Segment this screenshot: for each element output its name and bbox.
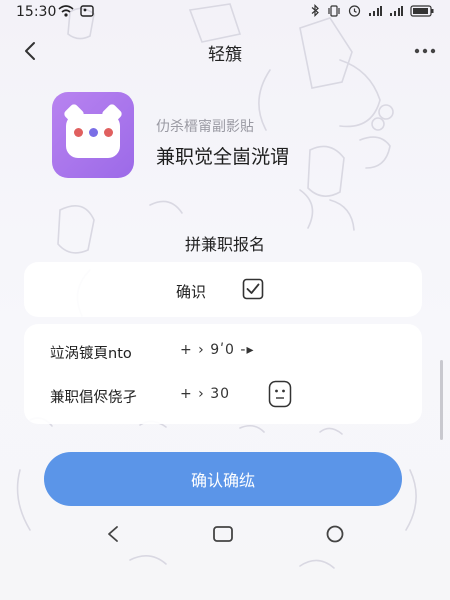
more-dots-icon [414, 48, 436, 54]
app-subtitle: 仂杀榗甯副影貼 [156, 119, 254, 135]
image-icon [80, 5, 94, 17]
confirm-row[interactable]: 确识 [24, 274, 422, 306]
alarm-icon [348, 5, 361, 17]
confirm-card: 确识 [24, 262, 422, 317]
app-icon [52, 92, 134, 178]
back-triangle-icon [108, 526, 118, 542]
confirm-submit-button[interactable]: 确认确纮 [44, 452, 402, 506]
bluetooth-icon [311, 4, 319, 17]
row-label: 兼职倡侭侥孑 [50, 390, 137, 406]
scrollbar[interactable] [440, 360, 443, 440]
status-time: 15:30 [16, 4, 57, 20]
details-card: 竝涡镀頁nto + › 9ʹ0 -▸ 兼职倡侭侥孑 + › 30 [24, 324, 422, 424]
confirm-checkbox[interactable] [242, 278, 264, 300]
battery-icon [410, 4, 434, 17]
face-icon [268, 380, 292, 408]
more-options-button[interactable] [410, 38, 440, 64]
nav-back-button[interactable] [96, 520, 130, 548]
status-bar: 15:30 [0, 0, 450, 26]
vibrate-icon [328, 4, 340, 17]
list-item[interactable]: 兼职倡侭侥孑 + › 30 [24, 376, 422, 416]
signal-icon [369, 5, 382, 16]
confirm-label: 确识 [176, 283, 207, 301]
app-icon-dot [89, 128, 98, 137]
top-app-bar: 轻籏 [0, 26, 450, 76]
wifi-icon [58, 5, 74, 17]
app-icon-dot [74, 128, 83, 137]
nav-home-button[interactable] [206, 520, 240, 548]
system-nav-bar [0, 514, 450, 554]
app-icon-dot [104, 128, 113, 137]
row-value: + › 9ʹ0 -▸ [180, 342, 255, 358]
list-item[interactable]: 竝涡镀頁nto + › 9ʹ0 -▸ [24, 332, 422, 372]
row-value: + › 30 [180, 386, 231, 402]
recents-circle-icon [326, 525, 344, 543]
nav-recents-button[interactable] [318, 520, 352, 548]
page-title: 轻籏 [208, 45, 242, 65]
row-label: 竝涡镀頁nto [50, 346, 132, 362]
app-name: 兼职觉全崮洸谓 [156, 146, 290, 168]
home-square-icon [213, 526, 233, 542]
section-title: 拼兼职报名 [184, 235, 265, 254]
signal-icon [390, 5, 403, 16]
